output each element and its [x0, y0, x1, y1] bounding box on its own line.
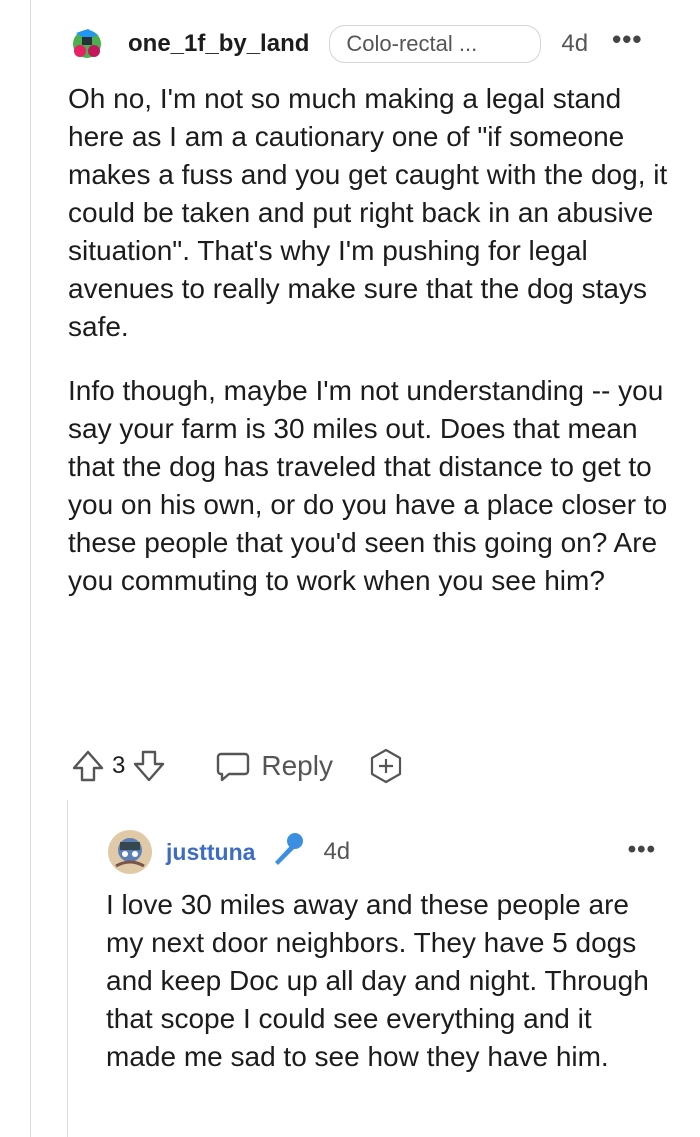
reply-comment: justtuna 4d ••• I love 30 miles away and…: [106, 826, 666, 1076]
comment: one_1f_by_land Colo-rectal ... 4d ••• Oh…: [68, 20, 668, 600]
vote-count: 3: [112, 752, 126, 779]
avatar-icon: [108, 830, 152, 874]
reply-label: Reply: [261, 750, 333, 781]
reply-header: justtuna 4d •••: [106, 826, 666, 878]
more-options-icon[interactable]: •••: [628, 836, 656, 864]
username[interactable]: justtuna: [166, 839, 255, 866]
reply-bubble-icon: [217, 752, 250, 782]
comment-actions: 3 Reply: [68, 742, 405, 790]
microphone-icon: [267, 830, 307, 875]
comment-paragraph: Info though, maybe I'm not understanding…: [68, 375, 668, 596]
comment-paragraph: Oh no, I'm not so much making a legal st…: [68, 83, 668, 342]
thread-line[interactable]: [30, 0, 31, 1137]
timestamp: 4d: [323, 838, 351, 865]
timestamp: 4d: [561, 30, 589, 57]
comment-header: one_1f_by_land Colo-rectal ... 4d •••: [68, 20, 668, 68]
avatar-icon: [73, 29, 101, 58]
more-options-icon[interactable]: •••: [612, 26, 642, 52]
reply-text: I love 30 miles away and these people ar…: [106, 889, 649, 1072]
reply-thread-line[interactable]: [67, 800, 68, 1137]
upvote-icon[interactable]: [68, 746, 108, 786]
reply-button[interactable]: Reply: [213, 746, 333, 786]
downvote-icon[interactable]: [129, 746, 169, 786]
username[interactable]: one_1f_by_land: [128, 30, 309, 58]
user-flair[interactable]: Colo-rectal ...: [329, 25, 542, 63]
award-icon[interactable]: [367, 747, 405, 785]
avatar[interactable]: [68, 25, 106, 63]
avatar[interactable]: [106, 828, 154, 876]
